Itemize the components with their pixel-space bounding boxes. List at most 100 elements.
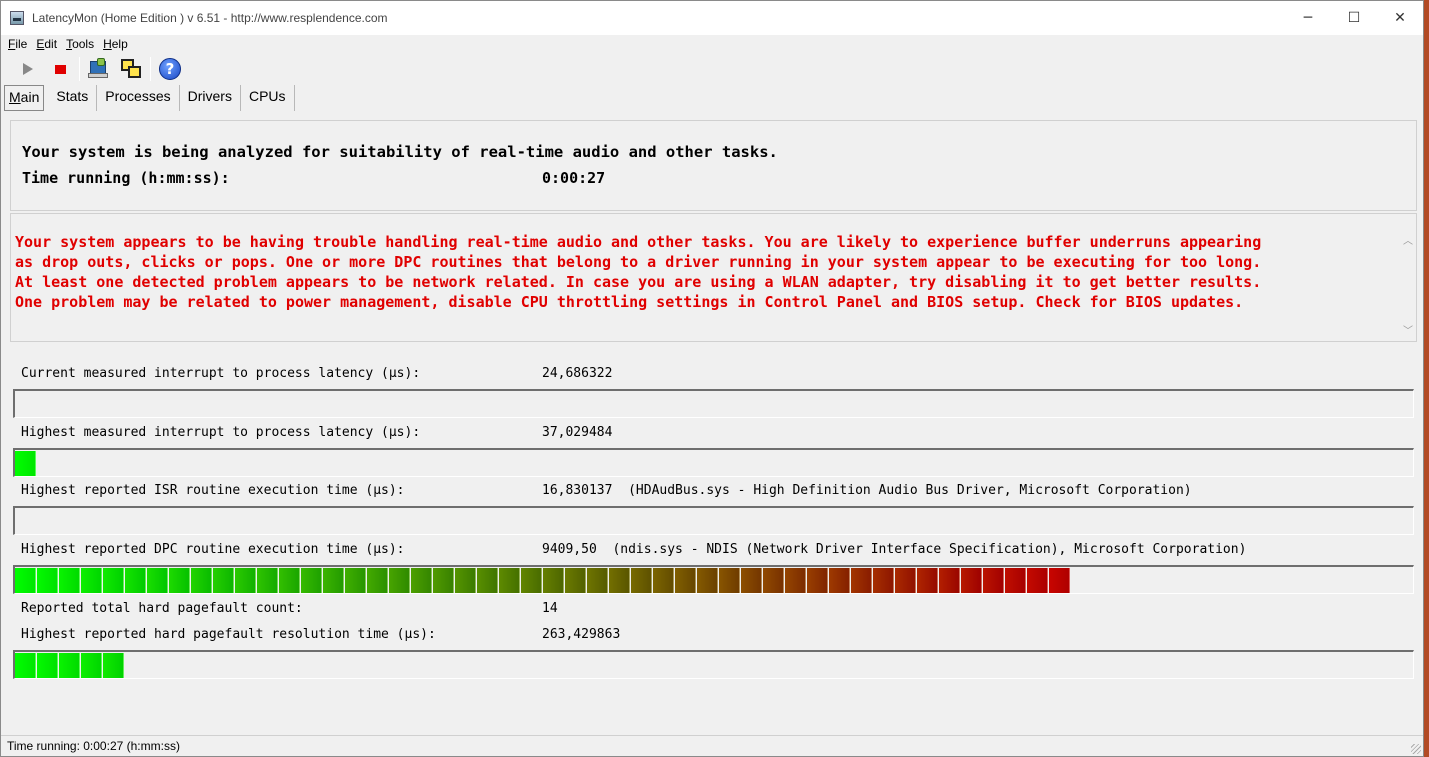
bar-segment: [103, 653, 124, 678]
highest-latency-bar: [13, 448, 1414, 477]
bar-segment: [191, 568, 212, 593]
bar-segment: [15, 568, 36, 593]
menu-file[interactable]: File: [8, 37, 27, 51]
bar-segment: [433, 568, 454, 593]
bar-segment: [1027, 568, 1048, 593]
system-info-button[interactable]: [86, 56, 112, 82]
bar-segment: [917, 568, 938, 593]
dpc-label: Highest reported DPC routine execution t…: [21, 542, 405, 557]
bar-segment: [983, 568, 1004, 593]
bar-segment: [499, 568, 520, 593]
menu-edit[interactable]: Edit: [36, 37, 57, 51]
app-window: LatencyMon (Home Edition ) v 6.51 - http…: [0, 0, 1424, 757]
bar-segment: [653, 568, 674, 593]
help-button[interactable]: ?: [157, 56, 183, 82]
bar-segment: [675, 568, 696, 593]
bar-segment: [257, 568, 278, 593]
bar-segment: [939, 568, 960, 593]
bar-segment: [59, 653, 80, 678]
pagefault-count-label: Reported total hard pagefault count:: [21, 601, 303, 616]
bar-segment: [301, 568, 322, 593]
summary-panel: Your system is being analyzed for suitab…: [10, 120, 1417, 211]
pagefault-time-value: 263,429863: [542, 627, 621, 642]
tab-main[interactable]: Main: [4, 85, 45, 111]
status-text: Time running: 0:00:27 (h:mm:ss): [7, 739, 180, 753]
start-button[interactable]: [15, 56, 41, 82]
bar-segment: [477, 568, 498, 593]
bar-segment: [873, 568, 894, 593]
highest-latency-label: Highest measured interrupt to process la…: [21, 425, 421, 440]
scroll-down-icon[interactable]: ﹀: [1403, 322, 1413, 337]
warning-text: Your system appears to be having trouble…: [15, 233, 1262, 311]
app-icon: [10, 11, 24, 25]
windows-button[interactable]: [118, 56, 144, 82]
bar-segment: [81, 653, 102, 678]
current-latency-label: Current measured interrupt to process la…: [21, 366, 421, 381]
resize-grip-icon[interactable]: [1411, 744, 1421, 754]
bar-segment: [763, 568, 784, 593]
bar-segment: [147, 568, 168, 593]
bar-segment: [829, 568, 850, 593]
title-bar[interactable]: LatencyMon (Home Edition ) v 6.51 - http…: [1, 1, 1423, 35]
bar-segment: [1049, 568, 1070, 593]
window-title: LatencyMon (Home Edition ) v 6.51 - http…: [32, 11, 388, 25]
bar-segment: [15, 451, 36, 476]
pagefault-time-bar: [13, 650, 1414, 679]
bar-segment: [543, 568, 564, 593]
bar-segment: [37, 653, 58, 678]
stop-icon: [54, 64, 66, 74]
warning-panel[interactable]: Your system appears to be having trouble…: [10, 213, 1417, 342]
bar-segment: [851, 568, 872, 593]
dpc-bar: [13, 565, 1414, 594]
scroll-up-icon[interactable]: ︿: [1403, 232, 1413, 247]
analysis-status-text: Your system is being analyzed for suitab…: [22, 143, 778, 161]
bar-segment: [961, 568, 982, 593]
bar-segment: [213, 568, 234, 593]
bar-segment: [587, 568, 608, 593]
bar-segment: [323, 568, 344, 593]
bar-segment: [367, 568, 388, 593]
dpc-value: 9409,50 (ndis.sys - NDIS (Network Driver…: [542, 542, 1247, 557]
bar-segment: [235, 568, 256, 593]
bar-segment: [565, 568, 586, 593]
bar-segment: [521, 568, 542, 593]
menu-tools[interactable]: Tools: [66, 37, 94, 51]
current-latency-value: 24,686322: [542, 366, 613, 381]
bar-segment: [719, 568, 740, 593]
bar-segment: [697, 568, 718, 593]
isr-value: 16,830137 (HDAudBus.sys - High Definitio…: [542, 483, 1192, 498]
bar-segment: [279, 568, 300, 593]
bar-segment: [125, 568, 146, 593]
maximize-button[interactable]: ☐: [1331, 1, 1377, 35]
time-running-value: 0:00:27: [542, 169, 606, 187]
bar-segment: [807, 568, 828, 593]
bar-segment: [741, 568, 762, 593]
tab-stats[interactable]: Stats: [48, 85, 98, 111]
bar-segment: [785, 568, 806, 593]
stop-button[interactable]: [47, 56, 73, 82]
bar-segment: [59, 568, 80, 593]
tab-strip: Main Stats Processes Drivers CPUs: [1, 85, 1423, 111]
isr-label: Highest reported ISR routine execution t…: [21, 483, 405, 498]
bar-segment: [81, 568, 102, 593]
bar-segment: [389, 568, 410, 593]
main-panel: Your system is being analyzed for suitab…: [10, 120, 1417, 730]
bar-segment: [103, 568, 124, 593]
menu-help[interactable]: Help: [103, 37, 128, 51]
status-bar: Time running: 0:00:27 (h:mm:ss): [1, 735, 1423, 756]
close-button[interactable]: ✕: [1377, 1, 1423, 35]
bar-segment: [455, 568, 476, 593]
bar-segment: [37, 568, 58, 593]
help-icon: ?: [159, 58, 181, 80]
bar-segment: [895, 568, 916, 593]
toolbar-separator: [150, 57, 151, 81]
isr-bar: [13, 506, 1414, 535]
minimize-button[interactable]: ─: [1285, 1, 1331, 35]
pagefault-time-label: Highest reported hard pagefault resoluti…: [21, 627, 436, 642]
tab-drivers[interactable]: Drivers: [180, 85, 241, 111]
tab-processes[interactable]: Processes: [97, 85, 180, 111]
highest-latency-value: 37,029484: [542, 425, 613, 440]
tab-cpus[interactable]: CPUs: [241, 85, 295, 111]
toolbar: ?: [1, 53, 1423, 85]
bar-segment: [345, 568, 366, 593]
